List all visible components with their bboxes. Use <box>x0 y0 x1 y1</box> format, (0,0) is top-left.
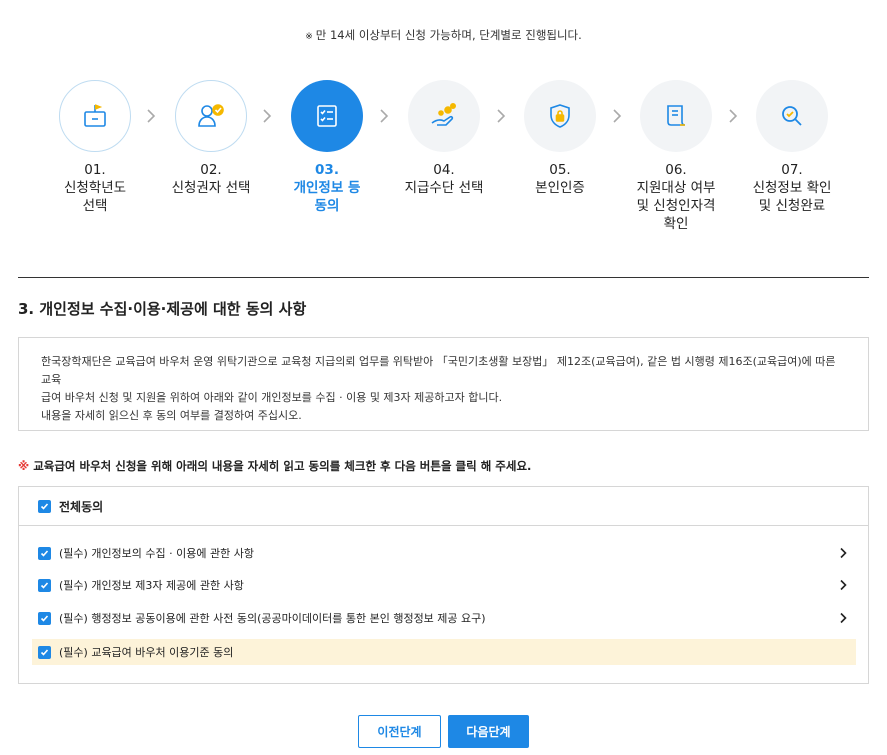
step-3-number: 03. <box>315 162 339 178</box>
step-7-circle <box>756 80 828 152</box>
agreement-checkbox[interactable] <box>38 611 51 625</box>
step-2-label: 신청권자 선택 <box>171 180 251 196</box>
agree-all-row[interactable]: 전체동의 <box>19 487 868 526</box>
shield-lock-icon <box>550 104 570 128</box>
consent-info-box: 한국장학재단은 교육급여 바우처 운영 위탁기관으로 교육청 지급의뢰 업무를 … <box>18 337 869 431</box>
instruction-message: 교육급여 바우처 신청을 위해 아래의 내용을 자세히 읽고 동의를 체크한 후… <box>33 459 532 473</box>
agree-all-checkbox[interactable] <box>38 499 51 513</box>
step-7: 07. 신청정보 확인 및 신청완료 <box>732 80 852 215</box>
agree-all-label: 전체동의 <box>59 499 104 514</box>
checkmark-icon <box>40 614 49 622</box>
hand-coins-icon <box>431 102 456 126</box>
agreement-item-admin-info[interactable]: (필수) 행정정보 공동이용에 관한 사전 동의(공공마이데이터를 통한 본인 … <box>32 605 856 631</box>
chevron-right-icon[interactable] <box>838 547 848 559</box>
chevron-right-icon[interactable] <box>838 579 848 591</box>
agreement-label: (필수) 개인정보의 수집 · 이용에 관한 사항 <box>59 547 254 560</box>
step-6: 06. 지원대상 여부 및 신청인자격 확인 <box>616 80 736 233</box>
step-3-circle <box>291 80 363 152</box>
info-line-1: 한국장학재단은 교육급여 바우처 운영 위탁기관으로 교육청 지급의뢰 업무를 … <box>41 355 836 386</box>
step-2-circle <box>175 80 247 152</box>
step-7-number: 07. <box>781 162 803 178</box>
agreement-label: (필수) 행정정보 공동이용에 관한 사전 동의(공공마이데이터를 통한 본인 … <box>59 612 486 625</box>
agreement-label: (필수) 개인정보 제3자 제공에 관한 사항 <box>59 579 244 592</box>
previous-step-button[interactable]: 이전단계 <box>358 715 441 748</box>
agreement-checkbox[interactable] <box>38 546 51 560</box>
checklist-icon <box>317 105 337 127</box>
notice-mark: ※ <box>305 32 313 42</box>
step-4-number: 04. <box>433 162 455 178</box>
section-title: 3. 개인정보 수집·이용·제공에 대한 동의 사항 <box>18 300 307 318</box>
user-check-icon <box>198 104 224 127</box>
next-step-button[interactable]: 다음단계 <box>448 715 529 748</box>
checkmark-icon <box>40 502 49 510</box>
required-star: ※ <box>18 459 30 473</box>
chevron-right-icon[interactable] <box>838 612 848 624</box>
step-4-label: 지급수단 선택 <box>404 180 484 196</box>
step-1-number: 01. <box>84 162 106 178</box>
document-icon <box>667 105 686 126</box>
checkmark-icon <box>40 581 49 589</box>
step-6-circle <box>640 80 712 152</box>
step-5-number: 05. <box>549 162 571 178</box>
section-divider <box>18 277 869 278</box>
step-1: 01. 신청학년도 선택 <box>35 80 155 215</box>
info-line-3: 내용을 자세히 읽으신 후 동의 여부를 결정하여 주십시오. <box>41 409 302 422</box>
agreement-label: (필수) 교육급여 바우처 이용기준 동의 <box>59 646 234 659</box>
agreement-item-personal-info[interactable]: (필수) 개인정보의 수집 · 이용에 관한 사항 <box>32 540 856 566</box>
search-check-icon <box>782 106 802 126</box>
step-6-label: 지원대상 여부 및 신청인자격 확인 <box>636 180 716 232</box>
agreement-item-voucher-terms[interactable]: (필수) 교육급여 바우처 이용기준 동의 <box>32 639 856 665</box>
notice-text: 만 14세 이상부터 신청 가능하며, 단계별로 진행됩니다. <box>315 28 582 42</box>
step-6-number: 06. <box>665 162 687 178</box>
step-3-label: 개인정보 등 동의 <box>293 180 361 214</box>
step-5-circle <box>524 80 596 152</box>
step-4-circle <box>408 80 480 152</box>
step-1-label: 신청학년도 선택 <box>63 180 127 214</box>
agreement-item-third-party[interactable]: (필수) 개인정보 제3자 제공에 관한 사항 <box>32 572 856 598</box>
step-5-label: 본인인증 <box>535 180 585 196</box>
step-2: 02. 신청권자 선택 <box>151 80 271 197</box>
step-7-label: 신청정보 확인 및 신청완료 <box>752 180 832 214</box>
step-1-circle <box>59 80 131 152</box>
step-2-number: 02. <box>200 162 222 178</box>
agreement-box: 전체동의 (필수) 개인정보의 수집 · 이용에 관한 사항 (필수) 개인정보… <box>18 486 869 684</box>
age-notice: ※ 만 14세 이상부터 신청 가능하며, 단계별로 진행됩니다. <box>0 27 887 43</box>
instruction-text: ※ 교육급여 바우처 신청을 위해 아래의 내용을 자세히 읽고 동의를 체크한 … <box>18 458 531 474</box>
checkmark-icon <box>40 549 49 557</box>
step-progress: 01. 신청학년도 선택 02. 신청권자 선택 03. 개인정보 등 동의 0… <box>0 80 887 240</box>
step-3: 03. 개인정보 등 동의 <box>267 80 387 215</box>
agreement-checkbox[interactable] <box>38 578 51 592</box>
checkmark-icon <box>40 648 49 656</box>
school-icon <box>84 104 106 127</box>
agreement-checkbox[interactable] <box>38 645 51 659</box>
info-line-2: 급여 바우처 신청 및 지원을 위하여 아래와 같이 개인정보를 수집 · 이용… <box>41 391 503 404</box>
step-5: 05. 본인인증 <box>500 80 620 197</box>
step-4: 04. 지급수단 선택 <box>384 80 504 197</box>
